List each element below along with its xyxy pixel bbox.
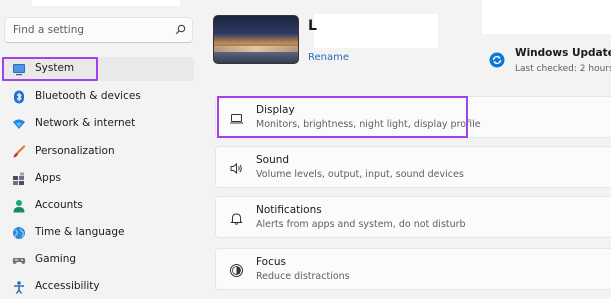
highlight-box-display [217, 96, 468, 138]
sidebar-item-label: Time & language [35, 226, 125, 238]
highlight-box-system [2, 57, 98, 81]
sidebar-item-gaming[interactable]: Gaming [4, 248, 194, 272]
wifi-icon [13, 119, 25, 129]
sidebar-item-bluetooth[interactable]: Bluetooth & devices [4, 85, 194, 109]
globe-icon [13, 227, 25, 239]
person-icon [13, 200, 25, 213]
speaker-icon [230, 162, 242, 175]
focus-icon [230, 264, 243, 277]
apps-icon [13, 172, 24, 185]
rename-link[interactable]: Rename [308, 52, 349, 63]
sound-card[interactable]: Sound Volume levels, output, input, soun… [215, 146, 611, 188]
accessibility-icon [14, 281, 24, 294]
card-title: Notifications [256, 204, 322, 216]
sidebar-item-label: Accessibility [35, 280, 100, 292]
gamepad-icon [12, 258, 26, 264]
search-placeholder: Find a setting [13, 24, 85, 36]
top-left-block [32, 0, 180, 6]
sidebar-item-accessibility[interactable]: Accessibility [4, 275, 194, 299]
bluetooth-icon [14, 90, 24, 104]
sidebar-item-label: Personalization [35, 145, 115, 157]
name-redaction-block [314, 14, 438, 48]
windows-update-title[interactable]: Windows Update [515, 47, 611, 59]
sidebar-item-label: Gaming [35, 253, 77, 265]
sidebar-item-apps[interactable]: Apps [4, 167, 194, 191]
sidebar-item-network[interactable]: Network & internet [4, 112, 194, 136]
top-right-block [482, 0, 611, 34]
sidebar-item-label: Accounts [35, 199, 83, 211]
sidebar-item-label: Network & internet [35, 117, 136, 129]
brush-icon [13, 145, 26, 158]
card-subtitle: Alerts from apps and system, do not dist… [256, 219, 466, 230]
desktop-thumbnail [213, 15, 299, 64]
search-input[interactable]: Find a setting [4, 17, 193, 43]
bell-icon [230, 213, 243, 225]
card-title: Focus [256, 256, 286, 268]
sidebar-item-label: Apps [35, 172, 61, 184]
card-subtitle: Reduce distractions [256, 271, 350, 282]
notifications-card[interactable]: Notifications Alerts from apps and syste… [215, 196, 611, 238]
card-title: Sound [256, 154, 290, 166]
sidebar-item-accounts[interactable]: Accounts [4, 194, 194, 218]
sidebar-item-time-language[interactable]: Time & language [4, 221, 194, 245]
card-subtitle: Volume levels, output, input, sound devi… [256, 169, 464, 180]
focus-card[interactable]: Focus Reduce distractions [215, 248, 611, 290]
sidebar-item-label: Bluetooth & devices [35, 90, 141, 102]
windows-update-status: Last checked: 2 hours a [515, 64, 611, 74]
device-name: L [308, 18, 317, 34]
windows-update-icon [489, 52, 505, 68]
search-icon [175, 24, 186, 35]
sidebar-item-personalization[interactable]: Personalization [4, 140, 194, 164]
